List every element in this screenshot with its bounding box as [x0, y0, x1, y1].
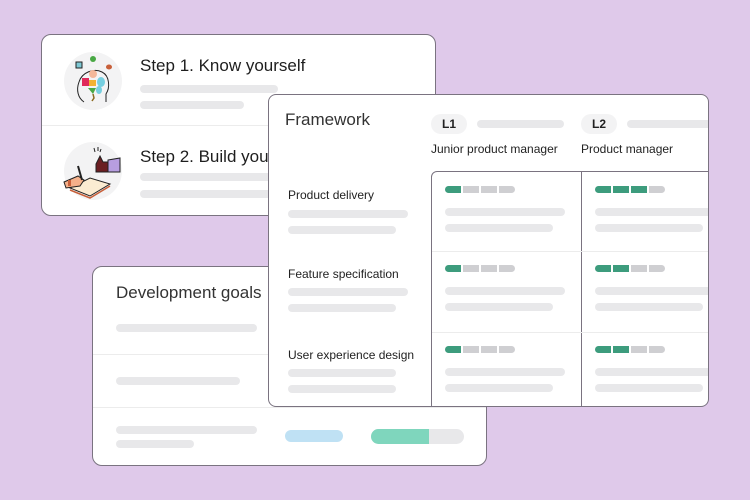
- placeholder-line: [477, 120, 564, 128]
- skill-level-indicator: [445, 346, 515, 353]
- placeholder-line: [288, 304, 396, 312]
- column-title: Product manager: [581, 142, 674, 156]
- level-segment-filled: [613, 186, 629, 193]
- competency-label: Product delivery: [288, 188, 375, 202]
- placeholder-line: [445, 368, 565, 376]
- level-segment-filled: [595, 346, 611, 353]
- level-segment-filled: [595, 265, 611, 272]
- placeholder-line: [116, 440, 194, 448]
- placeholder-line: [445, 384, 553, 392]
- level-segment-empty: [649, 186, 665, 193]
- level-segment-empty: [631, 346, 647, 353]
- writing-thumbs-up-icon: [63, 142, 122, 200]
- level-segment-empty: [481, 346, 497, 353]
- goal-progress-bar: [371, 429, 464, 444]
- placeholder-line: [288, 385, 396, 393]
- framework-title: Framework: [285, 110, 371, 129]
- brain-puzzle-icon: [64, 52, 122, 110]
- level-segment-empty: [631, 265, 647, 272]
- placeholder-line: [445, 224, 553, 232]
- level-segment-filled: [613, 346, 629, 353]
- skill-level-indicator: [445, 265, 515, 272]
- placeholder-line: [288, 226, 396, 234]
- placeholder-line: [595, 368, 708, 376]
- progress-fill: [371, 429, 429, 444]
- placeholder-line: [595, 303, 703, 311]
- competency-label: Feature specification: [288, 267, 399, 281]
- placeholder-line: [116, 377, 240, 385]
- placeholder-line: [140, 173, 280, 181]
- placeholder-line: [445, 287, 565, 295]
- placeholder-line: [140, 190, 280, 198]
- skill-level-indicator: [595, 346, 665, 353]
- skill-level-indicator: [445, 186, 515, 193]
- card-title: Development goals: [116, 283, 262, 302]
- skill-level-indicator: [595, 265, 665, 272]
- placeholder-line: [288, 210, 408, 218]
- placeholder-line: [595, 208, 708, 216]
- placeholder-line: [627, 120, 708, 128]
- level-segment-filled: [445, 346, 461, 353]
- row-divider: [432, 251, 708, 252]
- placeholder-line: [445, 303, 553, 311]
- placeholder-line: [595, 224, 703, 232]
- placeholder-line: [140, 101, 244, 109]
- divider: [93, 407, 486, 408]
- level-segment-empty: [463, 186, 479, 193]
- level-segment-empty: [649, 346, 665, 353]
- level-segment-empty: [463, 265, 479, 272]
- level-segment-empty: [463, 346, 479, 353]
- level-segment-filled: [445, 186, 461, 193]
- competency-grid: [431, 171, 708, 406]
- level-segment-empty: [499, 186, 515, 193]
- level-badge: L2: [581, 114, 618, 134]
- step-title: Step 1. Know yourself: [140, 56, 306, 75]
- level-segment-empty: [649, 265, 665, 272]
- level-segment-filled: [445, 265, 461, 272]
- level-badge: L1: [431, 114, 468, 134]
- level-segment-empty: [481, 186, 497, 193]
- level-segment-empty: [499, 346, 515, 353]
- placeholder-line: [595, 384, 703, 392]
- competency-label: User experience design: [288, 348, 415, 362]
- placeholder-line: [140, 85, 278, 93]
- placeholder-line: [595, 287, 708, 295]
- level-segment-empty: [481, 265, 497, 272]
- placeholder-line: [116, 426, 257, 434]
- placeholder-line: [288, 288, 408, 296]
- framework-card: Framework L1 Junior product manager L2 P…: [268, 94, 709, 407]
- skill-level-indicator: [595, 186, 665, 193]
- level-segment-filled: [613, 265, 629, 272]
- level-segment-filled: [595, 186, 611, 193]
- placeholder-line: [116, 324, 257, 332]
- goal-tag[interactable]: [285, 430, 343, 442]
- step-title: Step 2. Build your: [140, 147, 275, 166]
- row-divider: [432, 332, 708, 333]
- placeholder-line: [445, 208, 565, 216]
- column-title: Junior product manager: [431, 142, 558, 156]
- placeholder-line: [288, 369, 396, 377]
- column-divider: [581, 172, 583, 406]
- level-segment-filled: [631, 186, 647, 193]
- level-segment-empty: [499, 265, 515, 272]
